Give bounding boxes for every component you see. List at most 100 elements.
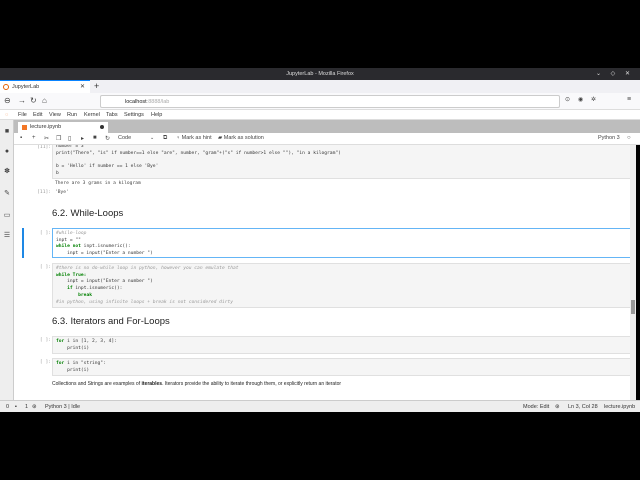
- notebook-content[interactable]: [11]: number = 3 print("There", "is" if n…: [14, 145, 630, 400]
- kernel-count: 1: [25, 404, 29, 410]
- menu-file[interactable]: File: [18, 112, 27, 118]
- notebook-toolbar: ▪ + ✂ ❐ ▯ ▸ ■ ↻ Code ⌄ ⧉ ♀ Mark as hint …: [14, 133, 640, 145]
- para-text: Collections and Strings are examples of: [52, 381, 142, 387]
- menu-view[interactable]: View: [49, 112, 61, 118]
- browser-tabbar: JupyterLab ✕ +: [0, 80, 640, 93]
- cell-prompt: [ ]:: [39, 360, 51, 365]
- left-sidebar: ■ ● ✽ ✎ ▭ ☰: [0, 120, 14, 400]
- cell-prompt: [ ]:: [39, 231, 51, 236]
- para-bold: iterables: [141, 381, 163, 387]
- menu-edit[interactable]: Edit: [33, 112, 42, 118]
- toc-icon[interactable]: ☰: [3, 232, 11, 239]
- file-name: lecture.ipynb: [604, 404, 636, 410]
- code-line: #while-loop: [56, 231, 87, 236]
- sync-icon[interactable]: ◉: [578, 96, 583, 103]
- navigation-bar: ⊖ → ↻ ⌂ localhost:8888/lab ⊙ ◉ ✲ ≡: [0, 93, 640, 110]
- forward-button[interactable]: →: [18, 96, 26, 105]
- save-icon[interactable]: ▪: [20, 135, 22, 141]
- code-line: inpt = "": [56, 237, 81, 243]
- code-line: #there is no do-while loop in python, ho…: [56, 266, 239, 271]
- new-tab-button[interactable]: +: [94, 81, 99, 91]
- code-cell[interactable]: #there is no do-while loop in python, ho…: [52, 263, 630, 308]
- back-button[interactable]: ⊖: [4, 96, 11, 105]
- browser-tab[interactable]: JupyterLab ✕: [0, 80, 90, 93]
- kernel-name[interactable]: Python 3: [598, 135, 620, 141]
- library-icon[interactable]: ⊙: [565, 96, 570, 103]
- close-tab-icon[interactable]: ✕: [80, 83, 85, 90]
- running-icon[interactable]: ●: [3, 148, 11, 155]
- window-controls[interactable]: ⌄ ◇ ✕: [596, 70, 634, 77]
- notebook-tab-label: lecture.ipynb: [30, 124, 62, 130]
- cell-prompt: [ ]:: [39, 265, 51, 270]
- jupyter-favicon-icon: [3, 84, 9, 90]
- restart-icon[interactable]: ↻: [105, 135, 110, 142]
- palette-icon[interactable]: ✽: [3, 168, 11, 175]
- cell-prompt: [11]:: [37, 190, 51, 195]
- code-cell[interactable]: number = 3 print("There", "is" if number=…: [52, 145, 630, 179]
- paste-icon[interactable]: ▯: [68, 135, 71, 142]
- scrollbar-thumb[interactable]: [631, 300, 635, 314]
- scrollbar[interactable]: [630, 145, 636, 400]
- wrench-icon[interactable]: ✎: [3, 190, 11, 197]
- stop-icon[interactable]: ■: [93, 135, 97, 141]
- section-heading: 6.2. While-Loops: [52, 208, 124, 219]
- menu-settings[interactable]: Settings: [124, 112, 144, 118]
- menu-run[interactable]: Run: [67, 112, 77, 118]
- keyword: if: [67, 286, 73, 292]
- keyword: for: [56, 361, 65, 366]
- mark-solution-button[interactable]: ▰ Mark as solution: [218, 135, 264, 141]
- keyword: break: [78, 292, 92, 298]
- cell-output: 'Bye': [55, 190, 69, 195]
- extension-icon[interactable]: ✲: [591, 96, 596, 103]
- keyword: while True:: [56, 272, 87, 278]
- tabs-icon[interactable]: ▭: [3, 212, 11, 219]
- add-cell-icon[interactable]: +: [32, 135, 36, 141]
- window-title: JupyterLab - Mozilla Firefox: [286, 71, 354, 77]
- status-bar: 0 ▪ 1 ⊛ Python 3 | Idle Mode: Edit ⊛ Ln …: [0, 400, 640, 412]
- code-cell[interactable]: for i in "string": print(i): [52, 358, 630, 376]
- code-line: inpt = input("Enter a number "): [56, 279, 153, 285]
- keyword: while not: [56, 244, 81, 250]
- folder-icon[interactable]: ■: [3, 128, 11, 135]
- menu-tabs[interactable]: Tabs: [106, 112, 118, 118]
- url-bar[interactable]: localhost:8888/lab: [100, 95, 560, 108]
- unsaved-dot-icon[interactable]: [100, 125, 104, 129]
- home-button[interactable]: ⌂: [42, 96, 47, 105]
- settings-icon[interactable]: ⊛: [555, 404, 560, 410]
- code-line: inpt = input("Enter a number "): [56, 251, 153, 257]
- notebook-tab[interactable]: lecture.ipynb: [18, 122, 108, 133]
- cell-type-select[interactable]: Code: [118, 135, 131, 141]
- chevron-down-icon[interactable]: ⌄: [150, 135, 154, 141]
- active-cell-indicator: [22, 228, 24, 258]
- jupyter-menubar: ◌ File Edit View Run Kernel Tabs Setting…: [0, 110, 640, 120]
- clone-icon[interactable]: ⧉: [163, 135, 167, 142]
- terminal-count: 0: [6, 404, 10, 410]
- cursor-position[interactable]: Ln 3, Col 28: [568, 404, 598, 410]
- kernel-status[interactable]: Python 3 | Idle: [45, 404, 80, 410]
- cell-output: There are 3 grams in a kilogram: [55, 181, 141, 186]
- code-cell-active[interactable]: #while-loop inpt = "" while not inpt.isnum…: [52, 228, 630, 258]
- terminal-icon[interactable]: ▪: [15, 404, 17, 410]
- run-icon[interactable]: ▸: [81, 135, 84, 142]
- code-line: b: [56, 170, 59, 176]
- code-cell[interactable]: for i in [1, 2, 3, 4]: print(i): [52, 336, 630, 354]
- mode-indicator: Mode: Edit: [523, 404, 550, 410]
- mark-solution-label: Mark as solution: [223, 135, 264, 141]
- code-line: print(i): [56, 345, 90, 351]
- cell-prompt: [ ]:: [39, 338, 51, 343]
- copy-icon[interactable]: ❐: [56, 135, 61, 142]
- browser-tab-label: JupyterLab: [12, 84, 40, 90]
- code-line: break: [56, 293, 630, 300]
- cut-icon[interactable]: ✂: [44, 135, 49, 142]
- para-text: . Iterators provide the ability to itera…: [162, 381, 342, 387]
- mark-hint-button[interactable]: ♀ Mark as hint: [176, 135, 212, 141]
- mark-hint-label: Mark as hint: [181, 135, 212, 141]
- url-rest: :8888/lab: [146, 99, 170, 105]
- menu-kernel[interactable]: Kernel: [84, 112, 100, 118]
- cell-prompt: [11]:: [37, 145, 51, 150]
- reload-button[interactable]: ↻: [30, 96, 37, 105]
- kernel-icon[interactable]: ⊛: [32, 404, 37, 410]
- menu-help[interactable]: Help: [151, 112, 162, 118]
- menu-icon[interactable]: ≡: [627, 96, 631, 103]
- keyword: for: [56, 339, 65, 344]
